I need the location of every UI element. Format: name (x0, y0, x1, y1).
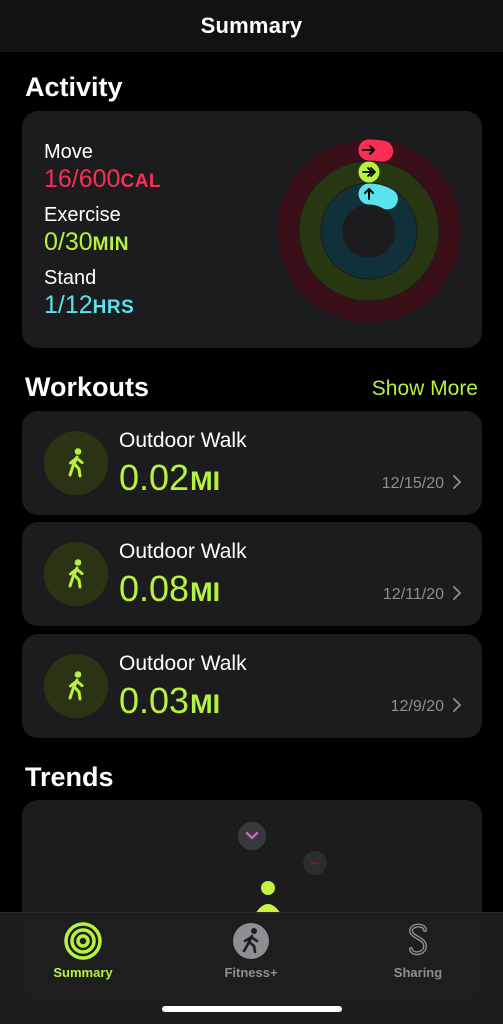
workout-date: 12/9/20 (390, 698, 444, 715)
sharing-icon (408, 923, 428, 956)
tab-sharing-label: Sharing (393, 965, 443, 980)
workout-name: Outdoor Walk (119, 429, 247, 452)
move-value-number: 16/600 (44, 165, 121, 193)
home-indicator (162, 1006, 342, 1012)
chevron-right-icon (453, 586, 462, 600)
page-title: Summary (200, 13, 303, 38)
stand-value-number: 1/12 (44, 291, 93, 319)
tab-fitness-plus[interactable]: Fitness+ (191, 921, 311, 980)
trend-down-icon (238, 822, 266, 850)
walking-icon (44, 431, 108, 495)
runner-icon (233, 923, 269, 959)
stand-value: 1/12HRS (44, 291, 134, 322)
workout-name: Outdoor Walk (119, 652, 247, 675)
activity-rings-icon (64, 922, 102, 960)
tab-summary-label: Summary (53, 965, 113, 980)
workouts-section-title: Workouts (25, 372, 150, 402)
chevron-right-icon (453, 475, 462, 489)
exercise-metric: Exercise 0/30MIN (44, 204, 129, 259)
workout-distance-number: 0.02 (119, 457, 190, 498)
exercise-value: 0/30MIN (44, 228, 129, 259)
move-value-unit: CAL (120, 171, 162, 192)
stand-label: Stand (44, 267, 97, 289)
walking-icon (44, 542, 108, 606)
activity-section-title: Activity (25, 72, 123, 102)
workout-date: 12/11/20 (382, 586, 444, 603)
workout-card[interactable]: Outdoor Walk 0.08MI 12/11/20 (22, 522, 482, 626)
workout-distance: 0.02MI (119, 457, 220, 499)
workout-distance-unit: MI (190, 577, 221, 607)
trend-move-icon (303, 851, 327, 875)
workout-card[interactable]: Outdoor Walk 0.03MI 12/9/20 (22, 634, 482, 738)
workout-distance-number: 0.03 (119, 680, 190, 721)
exercise-value-unit: MIN (92, 234, 129, 255)
workout-date: 12/15/20 (381, 475, 444, 492)
tab-fitness-plus-label: Fitness+ (224, 965, 278, 980)
workout-name: Outdoor Walk (119, 540, 247, 563)
exercise-label: Exercise (44, 204, 121, 226)
workout-distance: 0.03MI (119, 680, 220, 722)
stand-value-unit: HRS (92, 297, 135, 318)
move-label: Move (44, 141, 93, 163)
move-metric: Move 16/600CAL (44, 141, 161, 196)
show-more-link[interactable]: Show More (372, 377, 478, 401)
activity-rings (277, 139, 461, 323)
chevron-right-icon (453, 698, 462, 712)
exercise-value-number: 0/30 (44, 228, 93, 256)
move-value: 16/600CAL (44, 165, 161, 196)
activity-card[interactable]: Move 16/600CAL Exercise 0/30MIN Stand 1/… (22, 111, 482, 348)
stand-ring-progress (358, 183, 398, 210)
workout-distance-unit: MI (190, 466, 221, 496)
workout-card[interactable]: Outdoor Walk 0.02MI 12/15/20 (22, 411, 482, 515)
walking-icon (44, 654, 108, 718)
nav-bar: Summary (0, 0, 503, 52)
stand-metric: Stand 1/12HRS (44, 267, 134, 322)
tab-summary[interactable]: Summary (23, 921, 143, 980)
tab-sharing[interactable]: Sharing (358, 921, 478, 980)
workout-distance: 0.08MI (119, 568, 220, 610)
workout-distance-number: 0.08 (119, 568, 190, 609)
trends-section-title: Trends (25, 762, 114, 792)
workout-distance-unit: MI (190, 689, 221, 719)
